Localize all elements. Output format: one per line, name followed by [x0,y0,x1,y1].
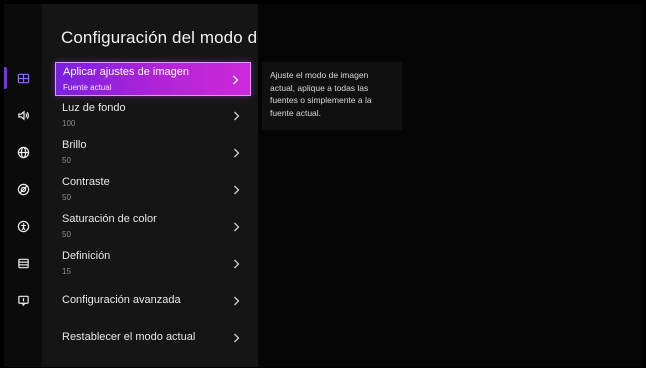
sidebar-item-network[interactable] [4,141,42,163]
page-title: Configuración del modo de imagen [61,28,258,47]
menu-item-label: Contraste [62,176,110,188]
menu-item-value: 50 [62,193,71,202]
menu-item-backlight[interactable]: Luz de fondo 100 [55,99,251,133]
privacy-icon [17,183,29,195]
chevron-right-icon [231,184,241,196]
accessibility-icon [17,220,29,232]
sidebar-item-sound[interactable] [4,104,42,126]
chevron-right-icon [231,258,241,270]
menu-item-label: Saturación de color [62,213,157,225]
sidebar [4,4,43,367]
menu-item-sharpness[interactable]: Definición 15 [55,247,251,281]
menu-item-label: Definición [62,250,111,262]
network-icon [17,146,29,158]
menu-item-value: Fuente actual [63,83,112,92]
sidebar-item-privacy[interactable] [4,178,42,200]
menu-item-value: 50 [62,156,71,165]
menu-item-advanced-settings[interactable]: Configuración avanzada [55,284,251,318]
menu-item-label: Brillo [62,139,87,151]
system-icon [17,258,29,268]
sidebar-item-picture[interactable] [4,67,42,89]
sidebar-item-accessibility[interactable] [4,215,42,237]
menu-item-contrast[interactable]: Contraste 50 [55,173,251,207]
chevron-right-icon [231,110,241,122]
chevron-right-icon [231,147,241,159]
sidebar-item-support[interactable] [4,289,42,311]
settings-panel: Configuración del modo de imagen Aplicar… [42,4,258,367]
menu-item-color-saturation[interactable]: Saturación de color 50 [55,210,251,244]
support-icon [17,295,29,306]
menu-item-reset-current-mode[interactable]: Restablecer el modo actual [55,321,251,355]
menu-item-apply-picture-settings[interactable]: Aplicar ajustes de imagen Fuente actual [55,62,251,96]
menu-item-label: Configuración avanzada [62,294,181,306]
menu-item-value: 100 [62,119,76,128]
description-text: Ajuste el modo de imagen actual, aplique… [270,70,372,118]
chevron-right-icon [231,221,241,233]
settings-screen: Configuración del modo de imagen Aplicar… [4,4,642,367]
menu-item-value: 50 [62,230,71,239]
chevron-right-icon [231,332,241,344]
description-panel: Ajuste el modo de imagen actual, aplique… [262,62,402,130]
menu-item-label: Luz de fondo [62,102,126,114]
menu-item-brightness[interactable]: Brillo 50 [55,136,251,170]
picture-icon [17,73,29,83]
menu-item-value: 15 [62,267,71,276]
chevron-right-icon [230,74,240,86]
sound-icon [17,109,29,121]
sidebar-item-system[interactable] [4,252,42,274]
menu-item-label: Aplicar ajustes de imagen [63,66,189,78]
chevron-right-icon [231,295,241,307]
menu-item-label: Restablecer el modo actual [62,331,196,343]
